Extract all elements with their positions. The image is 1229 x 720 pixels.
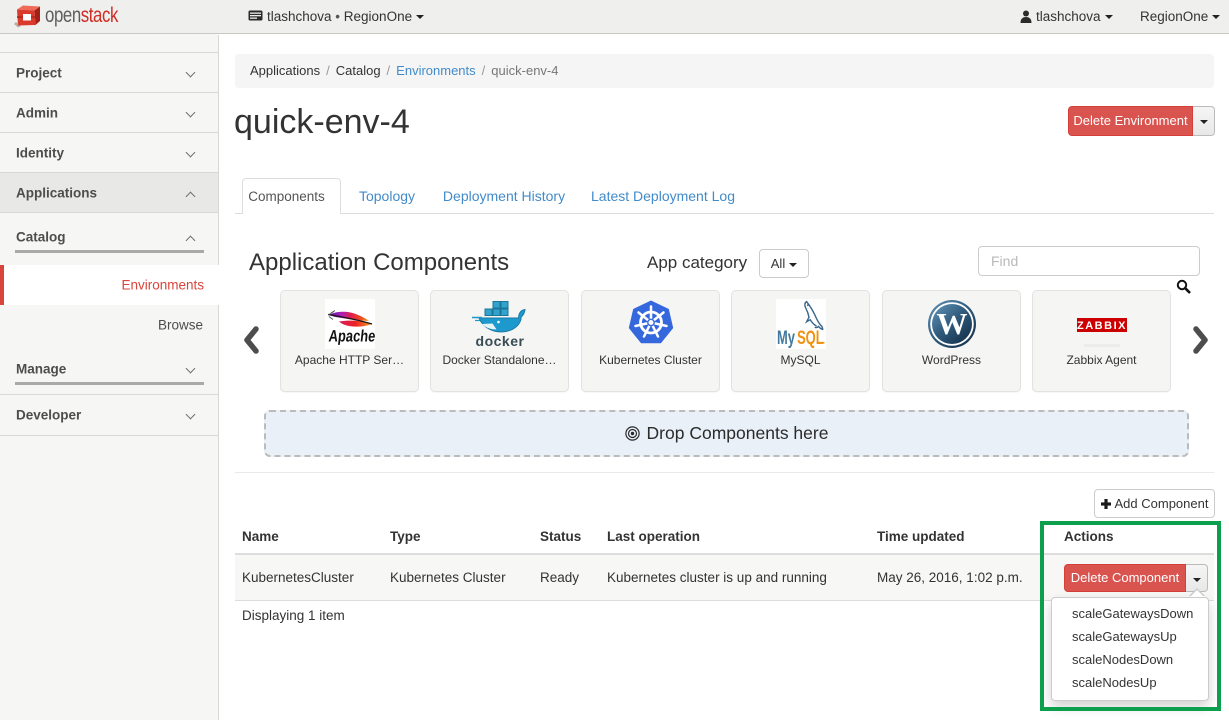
svg-text:SQL: SQL <box>797 328 824 349</box>
svg-text:docker: docker <box>475 333 524 349</box>
svg-text:W: W <box>936 306 967 341</box>
svg-text:Apache: Apache <box>327 328 374 346</box>
svg-text:My: My <box>777 328 795 349</box>
svg-text:ZABBIX: ZABBIX <box>1077 320 1127 332</box>
